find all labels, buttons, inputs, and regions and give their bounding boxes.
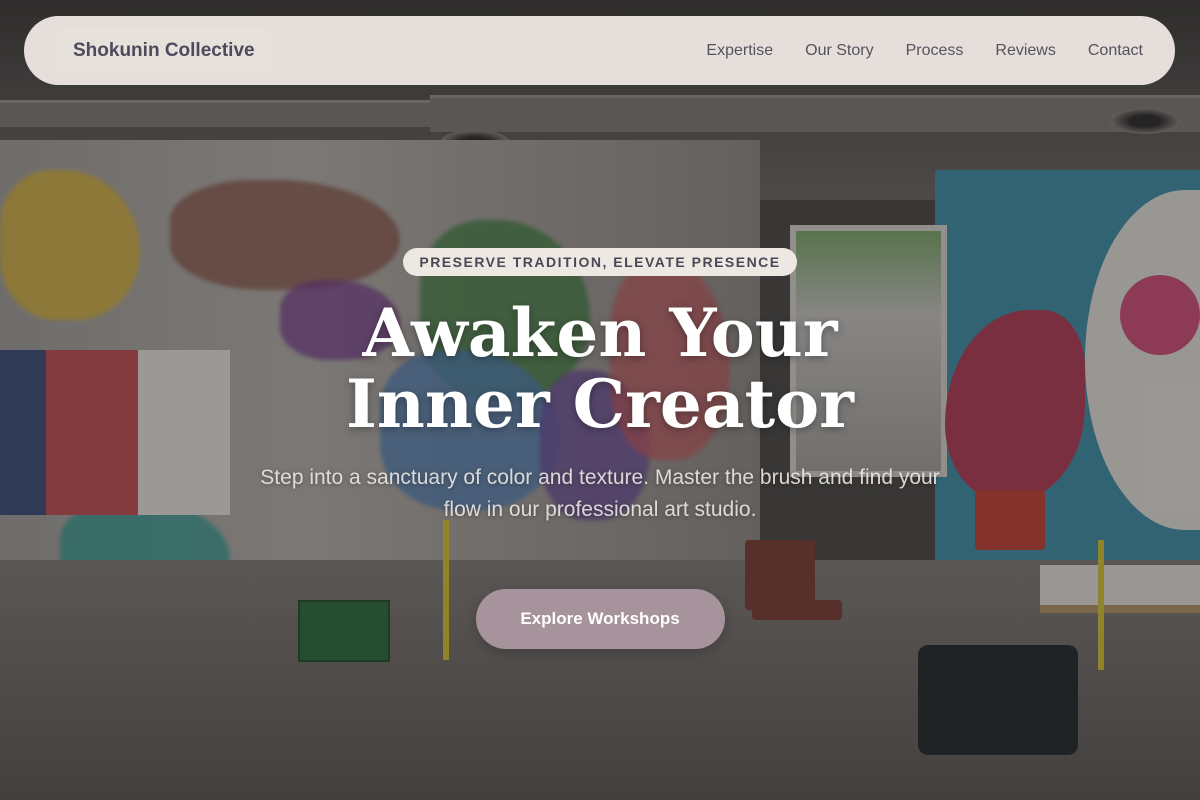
hero-headline: Awaken Your Inner Creator: [150, 298, 1050, 440]
hero-tagline-badge: PRESERVE TRADITION, ELEVATE PRESENCE: [403, 248, 797, 276]
hero-section: PRESERVE TRADITION, ELEVATE PRESENCE Awa…: [0, 0, 1200, 800]
hero-headline-line-2: Inner Creator: [346, 365, 854, 443]
hero-headline-line-1: Awaken Your: [362, 294, 838, 372]
hero-subtext: Step into a sanctuary of color and textu…: [260, 466, 940, 521]
page: Shokunin Collective Expertise Our Story …: [0, 0, 1200, 800]
explore-workshops-button[interactable]: Explore Workshops: [475, 589, 725, 649]
